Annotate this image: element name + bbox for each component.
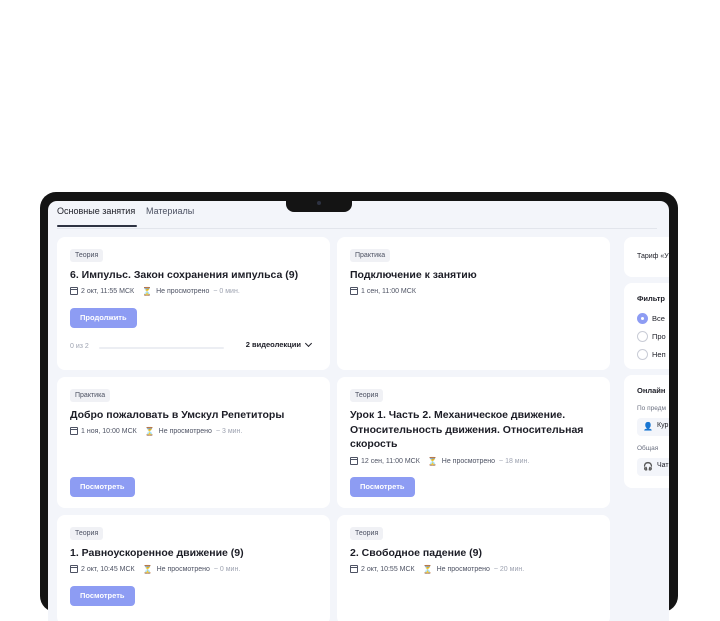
general-chat-label: Чат [657, 462, 669, 469]
lesson-card: Теория 2. Свободное падение (9) 2 окт, 1… [337, 515, 610, 621]
lesson-meta: 2 окт, 10:55 МСК ⏳ Не просмотрено ~ 20 м… [350, 564, 524, 574]
lesson-status: Не просмотрено [441, 457, 496, 465]
lesson-type-badge: Теория [350, 527, 384, 540]
lesson-title-line: Относительность движения. Относительная [350, 423, 584, 436]
lesson-date: 2 окт, 11:55 МСК [81, 287, 135, 295]
lesson-date: 2 окт, 10:55 МСК [361, 565, 415, 573]
hourglass-icon: ⏳ [422, 564, 433, 574]
general-chat-button[interactable]: 🎧 Чат [637, 458, 669, 476]
lesson-date: 1 сен, 11:00 МСК [361, 287, 416, 295]
calendar-icon [350, 457, 358, 465]
tab-materials[interactable]: Материалы [146, 206, 194, 216]
tab-bar: Основные занятия Материалы [48, 201, 669, 229]
headset-icon: 🎧 [643, 462, 653, 471]
filter-title: Фильтр [637, 294, 665, 303]
tab-divider [57, 228, 657, 229]
lesson-title: 1. Равноускоренное движение (9) [70, 547, 244, 559]
course-chat-button[interactable]: 👤 Кур [637, 418, 669, 436]
calendar-icon [350, 565, 358, 573]
course-chat-label: Кур [657, 422, 669, 429]
lesson-duration: ~ 0 мин. [213, 565, 241, 573]
watch-button[interactable]: Посмотреть [70, 477, 135, 497]
lesson-duration: ~ 18 мин. [499, 457, 530, 465]
filter-label-3[interactable]: Неп [652, 350, 666, 359]
lesson-meta: 1 сен, 11:00 МСК [350, 286, 416, 296]
lesson-title: 2. Свободное падение (9) [350, 547, 482, 559]
lesson-status: Не просмотрено [156, 287, 210, 295]
lesson-status: Не просмотрено [158, 427, 212, 435]
lesson-type-badge: Практика [350, 249, 391, 262]
hourglass-icon: ⏳ [144, 426, 155, 436]
calendar-icon [350, 287, 358, 295]
calendar-icon [70, 427, 78, 435]
lesson-duration: ~ 3 мин. [215, 427, 243, 435]
lesson-meta: 12 сен, 11:00 МСК ⏳ Не просмотрено ~ 18 … [350, 456, 529, 466]
general-label: Общая [637, 445, 659, 452]
video-lectures-label: 2 видеолекции [245, 340, 301, 349]
lesson-card: Практика Подключение к занятию 1 сен, 11… [337, 237, 610, 370]
active-tab-indicator [57, 225, 137, 227]
filter-label-2[interactable]: Про [652, 332, 666, 341]
lesson-duration: ~ 0 мин. [213, 287, 240, 295]
lesson-date: 2 окт, 10:45 МСК [81, 565, 135, 573]
lesson-card: Теория 6. Импульс. Закон сохранения импу… [57, 237, 330, 370]
filter-radio-all[interactable] [637, 313, 648, 324]
lesson-type-badge: Теория [350, 389, 384, 402]
hourglass-icon: ⏳ [427, 456, 438, 466]
lesson-type-badge: Теория [70, 527, 104, 540]
lesson-card: Теория Урок 1. Часть 2. Механическое дви… [337, 377, 610, 508]
lesson-title: Подключение к занятию [350, 269, 477, 281]
app-screen: Основные занятия Материалы Теория 6. Имп… [48, 201, 669, 621]
continue-button[interactable]: Продолжить [70, 308, 137, 328]
tariff-label: Тариф «У [637, 253, 669, 260]
lesson-title: Добро пожаловать в Умскул Репетиторы [70, 409, 285, 421]
camera-notch [286, 192, 352, 212]
lesson-date: 12 сен, 11:00 МСК [361, 457, 420, 465]
lesson-card: Теория 1. Равноускоренное движение (9) 2… [57, 515, 330, 621]
filter-radio-3[interactable] [637, 349, 648, 360]
lesson-title-line: Урок 1. Часть 2. Механическое движение. [350, 409, 566, 421]
filter-label-all[interactable]: Все [652, 314, 665, 323]
laptop-frame: Основные занятия Материалы Теория 6. Имп… [40, 192, 678, 621]
tariff-panel[interactable]: Тариф «У [624, 237, 669, 277]
lesson-title-line: скорость [350, 438, 398, 450]
tab-main-lessons[interactable]: Основные занятия [57, 206, 135, 216]
lesson-card: Практика Добро пожаловать в Умскул Репет… [57, 377, 330, 508]
lesson-title: 6. Импульс. Закон сохранения импульса (9… [70, 269, 299, 281]
lesson-duration: ~ 20 мин. [493, 565, 525, 573]
calendar-icon [70, 565, 78, 573]
watch-button[interactable]: Посмотреть [70, 586, 135, 606]
online-panel: Онлайн По предм 👤 Кур Общая 🎧 Чат [624, 375, 669, 488]
progress-bar [99, 347, 224, 349]
filter-radio-2[interactable] [637, 331, 648, 342]
lesson-meta: 1 ноя, 10:00 МСК ⏳ Не просмотрено ~ 3 ми… [70, 426, 242, 436]
lesson-type-badge: Практика [70, 389, 111, 402]
lesson-date: 1 ноя, 10:00 МСК [81, 427, 137, 435]
watch-button[interactable]: Посмотреть [350, 477, 415, 497]
chevron-down-icon [304, 339, 313, 347]
calendar-icon [70, 287, 78, 295]
camera-icon [317, 201, 321, 205]
online-title: Онлайн [637, 386, 666, 395]
lesson-meta: 2 окт, 11:55 МСК ⏳ Не просмотрено ~ 0 ми… [70, 286, 240, 296]
lesson-type-badge: Теория [70, 249, 104, 262]
user-icon: 👤 [643, 422, 653, 431]
by-subject-label: По предм [637, 405, 666, 412]
hourglass-icon: ⏳ [142, 286, 153, 296]
progress-label: 0 из 2 [70, 343, 89, 350]
lesson-status: Не просмотрено [436, 565, 490, 573]
lesson-status: Не просмотрено [156, 565, 210, 573]
video-lectures-toggle[interactable]: 2 видеолекции [245, 339, 313, 349]
filter-panel: Фильтр Все Про Неп [624, 283, 669, 369]
lesson-meta: 2 окт, 10:45 МСК ⏳ Не просмотрено ~ 0 ми… [70, 564, 240, 574]
hourglass-icon: ⏳ [142, 564, 153, 574]
